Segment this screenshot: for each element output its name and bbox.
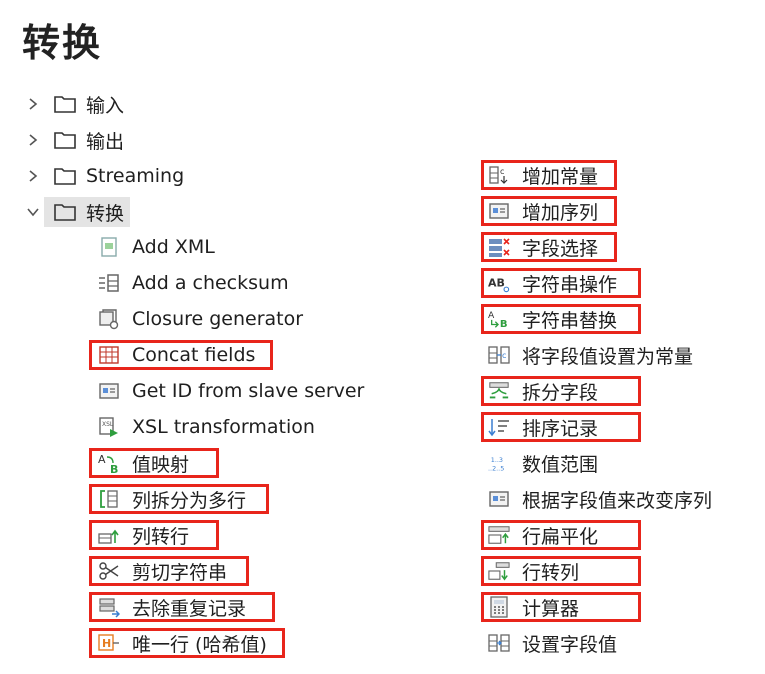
set-constant-icon: c — [488, 344, 510, 366]
highlight-box — [89, 592, 275, 622]
svg-text:..2..5: ..2..5 — [488, 464, 504, 472]
highlight-box — [481, 376, 641, 406]
tree-node-output[interactable]: 输出 — [22, 125, 142, 155]
step-add-value-fields-changing-sequence[interactable]: 根据字段值来改变序列 — [488, 484, 712, 514]
folder-icon — [52, 125, 78, 155]
highlight-box — [89, 628, 285, 658]
step-label: Add a checksum — [132, 272, 289, 294]
tree-node-streaming[interactable]: Streaming — [22, 161, 222, 191]
step-label: 数值范围 — [522, 453, 599, 476]
highlight-box — [89, 448, 219, 478]
id-card-icon — [98, 380, 120, 402]
highlight-box — [481, 592, 641, 622]
change-sequence-icon — [488, 488, 510, 510]
tree-node-label: 输入 — [86, 94, 125, 117]
folder-icon — [52, 197, 78, 227]
step-label: Get ID from slave server — [132, 380, 365, 402]
folder-icon — [52, 89, 78, 119]
number-range-icon: 1..3 ..2..5 — [488, 452, 510, 474]
step-label: Add XML — [132, 236, 215, 258]
chevron-down-icon[interactable] — [22, 197, 44, 227]
svg-text:1..3: 1..3 — [491, 456, 503, 464]
highlight-box — [89, 556, 249, 586]
highlight-box — [481, 160, 617, 190]
step-add-xml[interactable]: Add XML — [98, 232, 215, 262]
step-set-field-constant[interactable]: c 将字段值设置为常量 — [488, 340, 693, 370]
xml-doc-icon — [98, 236, 120, 258]
chevron-right-icon[interactable] — [22, 89, 44, 119]
step-add-checksum[interactable]: Add a checksum — [98, 268, 289, 298]
svg-text:XSL: XSL — [102, 421, 114, 428]
set-value-icon — [488, 632, 510, 654]
step-label: 将字段值设置为常量 — [522, 345, 694, 368]
xsl-icon: XSL — [98, 416, 120, 438]
step-label: Closure generator — [132, 308, 304, 330]
highlight-box — [481, 556, 641, 586]
chevron-right-icon[interactable] — [22, 161, 44, 191]
tree-node-label: 输出 — [86, 130, 125, 153]
step-label: 设置字段值 — [522, 633, 618, 656]
closure-icon — [98, 308, 120, 330]
highlight-box — [481, 196, 617, 226]
step-label: 根据字段值来改变序列 — [522, 489, 713, 512]
step-label: XSL transformation — [132, 416, 315, 438]
tree-node-transform[interactable]: 转换 — [22, 197, 131, 227]
highlight-box — [481, 412, 641, 442]
step-closure-generator[interactable]: Closure generator — [98, 304, 303, 334]
step-get-id-slave[interactable]: Get ID from slave server — [98, 376, 364, 406]
tree-node-input[interactable]: 输入 — [22, 89, 142, 119]
highlight-box — [481, 268, 641, 298]
page-title: 转换 — [22, 21, 103, 65]
folder-icon — [52, 161, 78, 191]
highlight-box — [89, 484, 269, 514]
step-number-range[interactable]: 1..3 ..2..5 数值范围 — [488, 448, 598, 478]
chevron-right-icon[interactable] — [22, 125, 44, 155]
tree-node-label: Streaming — [86, 165, 185, 187]
highlight-box — [481, 304, 641, 334]
step-xsl-transformation[interactable]: XSL XSL transformation — [98, 412, 315, 442]
selected-node-highlight: 转换 — [44, 197, 131, 227]
svg-text:c: c — [502, 351, 506, 360]
tree-node-label: 转换 — [86, 202, 125, 225]
highlight-box — [89, 340, 273, 370]
step-set-field-value[interactable]: 设置字段值 — [488, 628, 617, 658]
highlight-box — [89, 520, 219, 550]
highlight-box — [481, 520, 641, 550]
highlight-box — [481, 232, 617, 262]
checksum-icon — [98, 272, 120, 294]
